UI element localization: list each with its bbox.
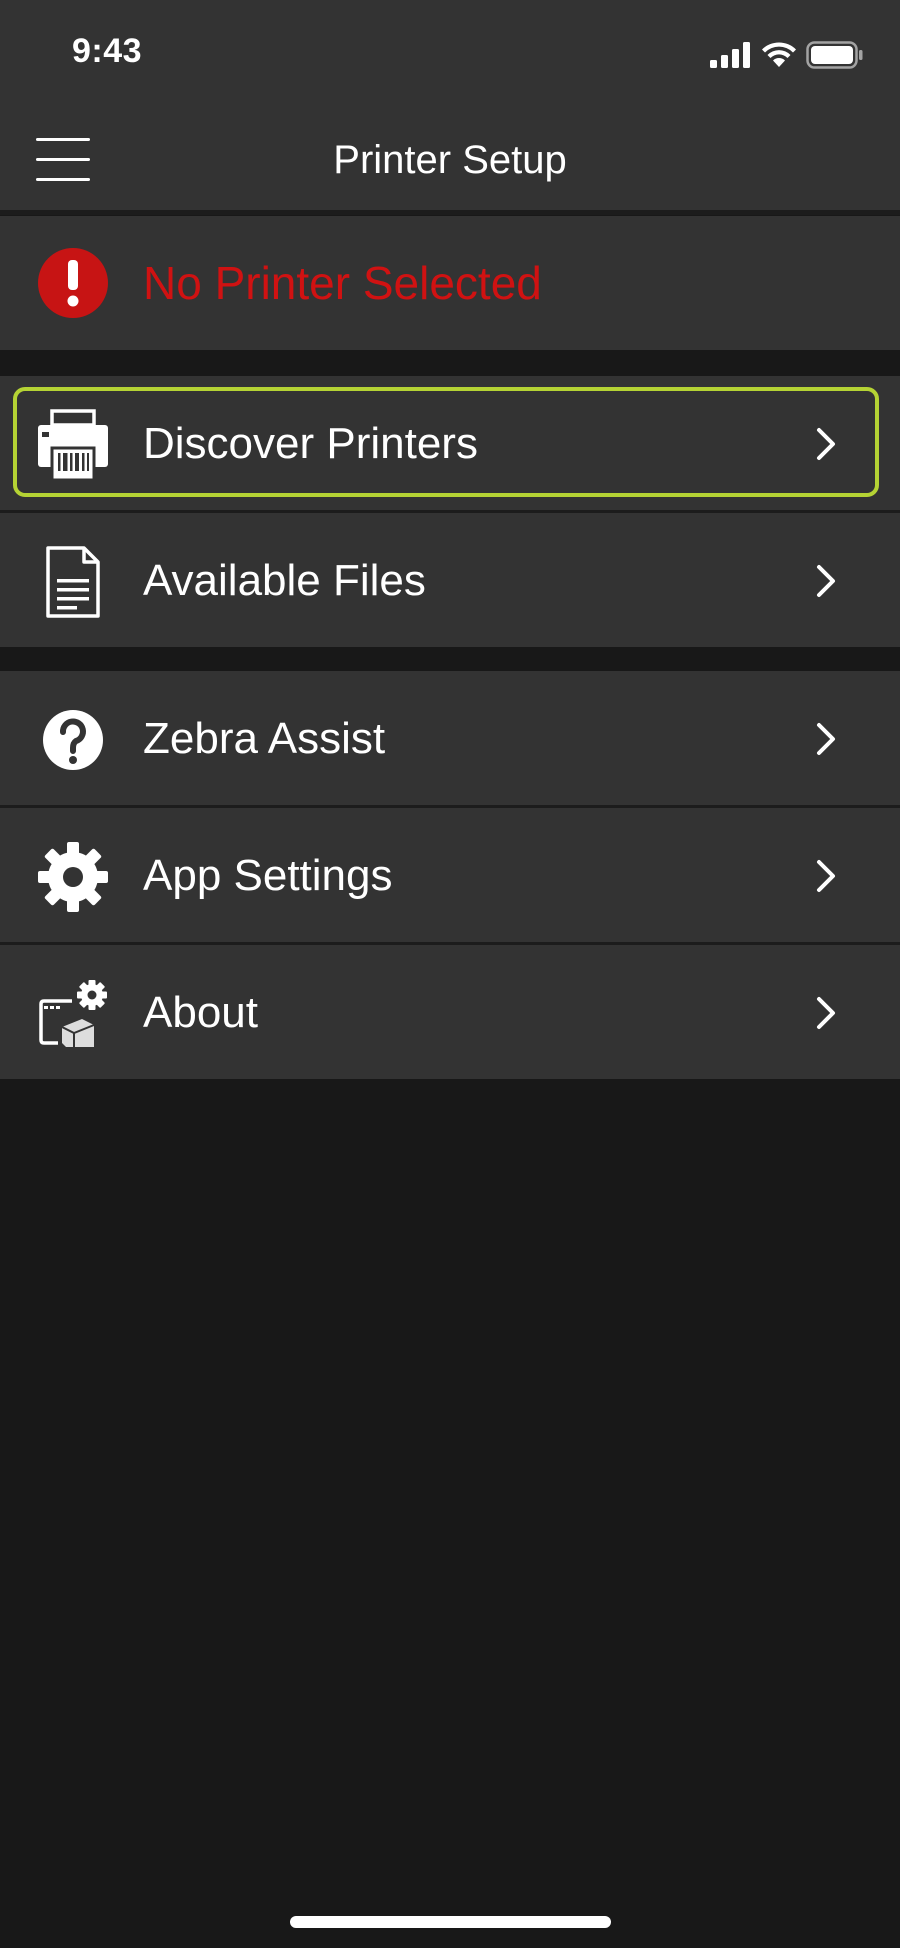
- menu-item-label: Discover Printers: [143, 419, 478, 468]
- home-indicator[interactable]: [290, 1916, 611, 1928]
- page-title: Printer Setup: [333, 138, 567, 182]
- divider: [0, 210, 900, 215]
- printer-status-banner[interactable]: No Printer Selected: [0, 216, 900, 350]
- chevron-right-icon: [817, 860, 835, 892]
- wifi-icon: [762, 42, 796, 67]
- chevron-right-icon: [817, 428, 835, 460]
- menu-item-label: About: [143, 988, 258, 1037]
- chevron-right-icon: [817, 723, 835, 755]
- battery-icon: [806, 41, 863, 69]
- menu-item-zebra-assist[interactable]: Zebra Assist: [0, 671, 900, 805]
- chevron-right-icon: [817, 565, 835, 597]
- help-icon: [43, 710, 103, 770]
- menu-item-app-settings[interactable]: App Settings: [0, 808, 900, 942]
- menu-item-about[interactable]: About: [0, 945, 900, 1079]
- file-icon: [46, 546, 100, 618]
- chevron-right-icon: [817, 997, 835, 1029]
- status-bar: 9:43: [0, 0, 900, 110]
- gear-icon: [38, 842, 108, 912]
- status-icons: [710, 38, 864, 72]
- nav-bar: Printer Setup: [0, 110, 900, 210]
- signal-icon: [710, 42, 750, 68]
- menu-item-discover-printers[interactable]: Discover Printers: [0, 376, 900, 510]
- menu-item-label: App Settings: [143, 851, 393, 900]
- menu-item-available-files[interactable]: Available Files: [0, 513, 900, 647]
- menu-item-label: Zebra Assist: [143, 714, 386, 763]
- status-time: 9:43: [72, 32, 143, 70]
- menu-item-label: Available Files: [143, 556, 426, 605]
- alert-icon: [38, 248, 108, 318]
- about-icon: [39, 980, 107, 1047]
- printer-status-text: No Printer Selected: [143, 257, 542, 309]
- printer-icon: [38, 409, 108, 482]
